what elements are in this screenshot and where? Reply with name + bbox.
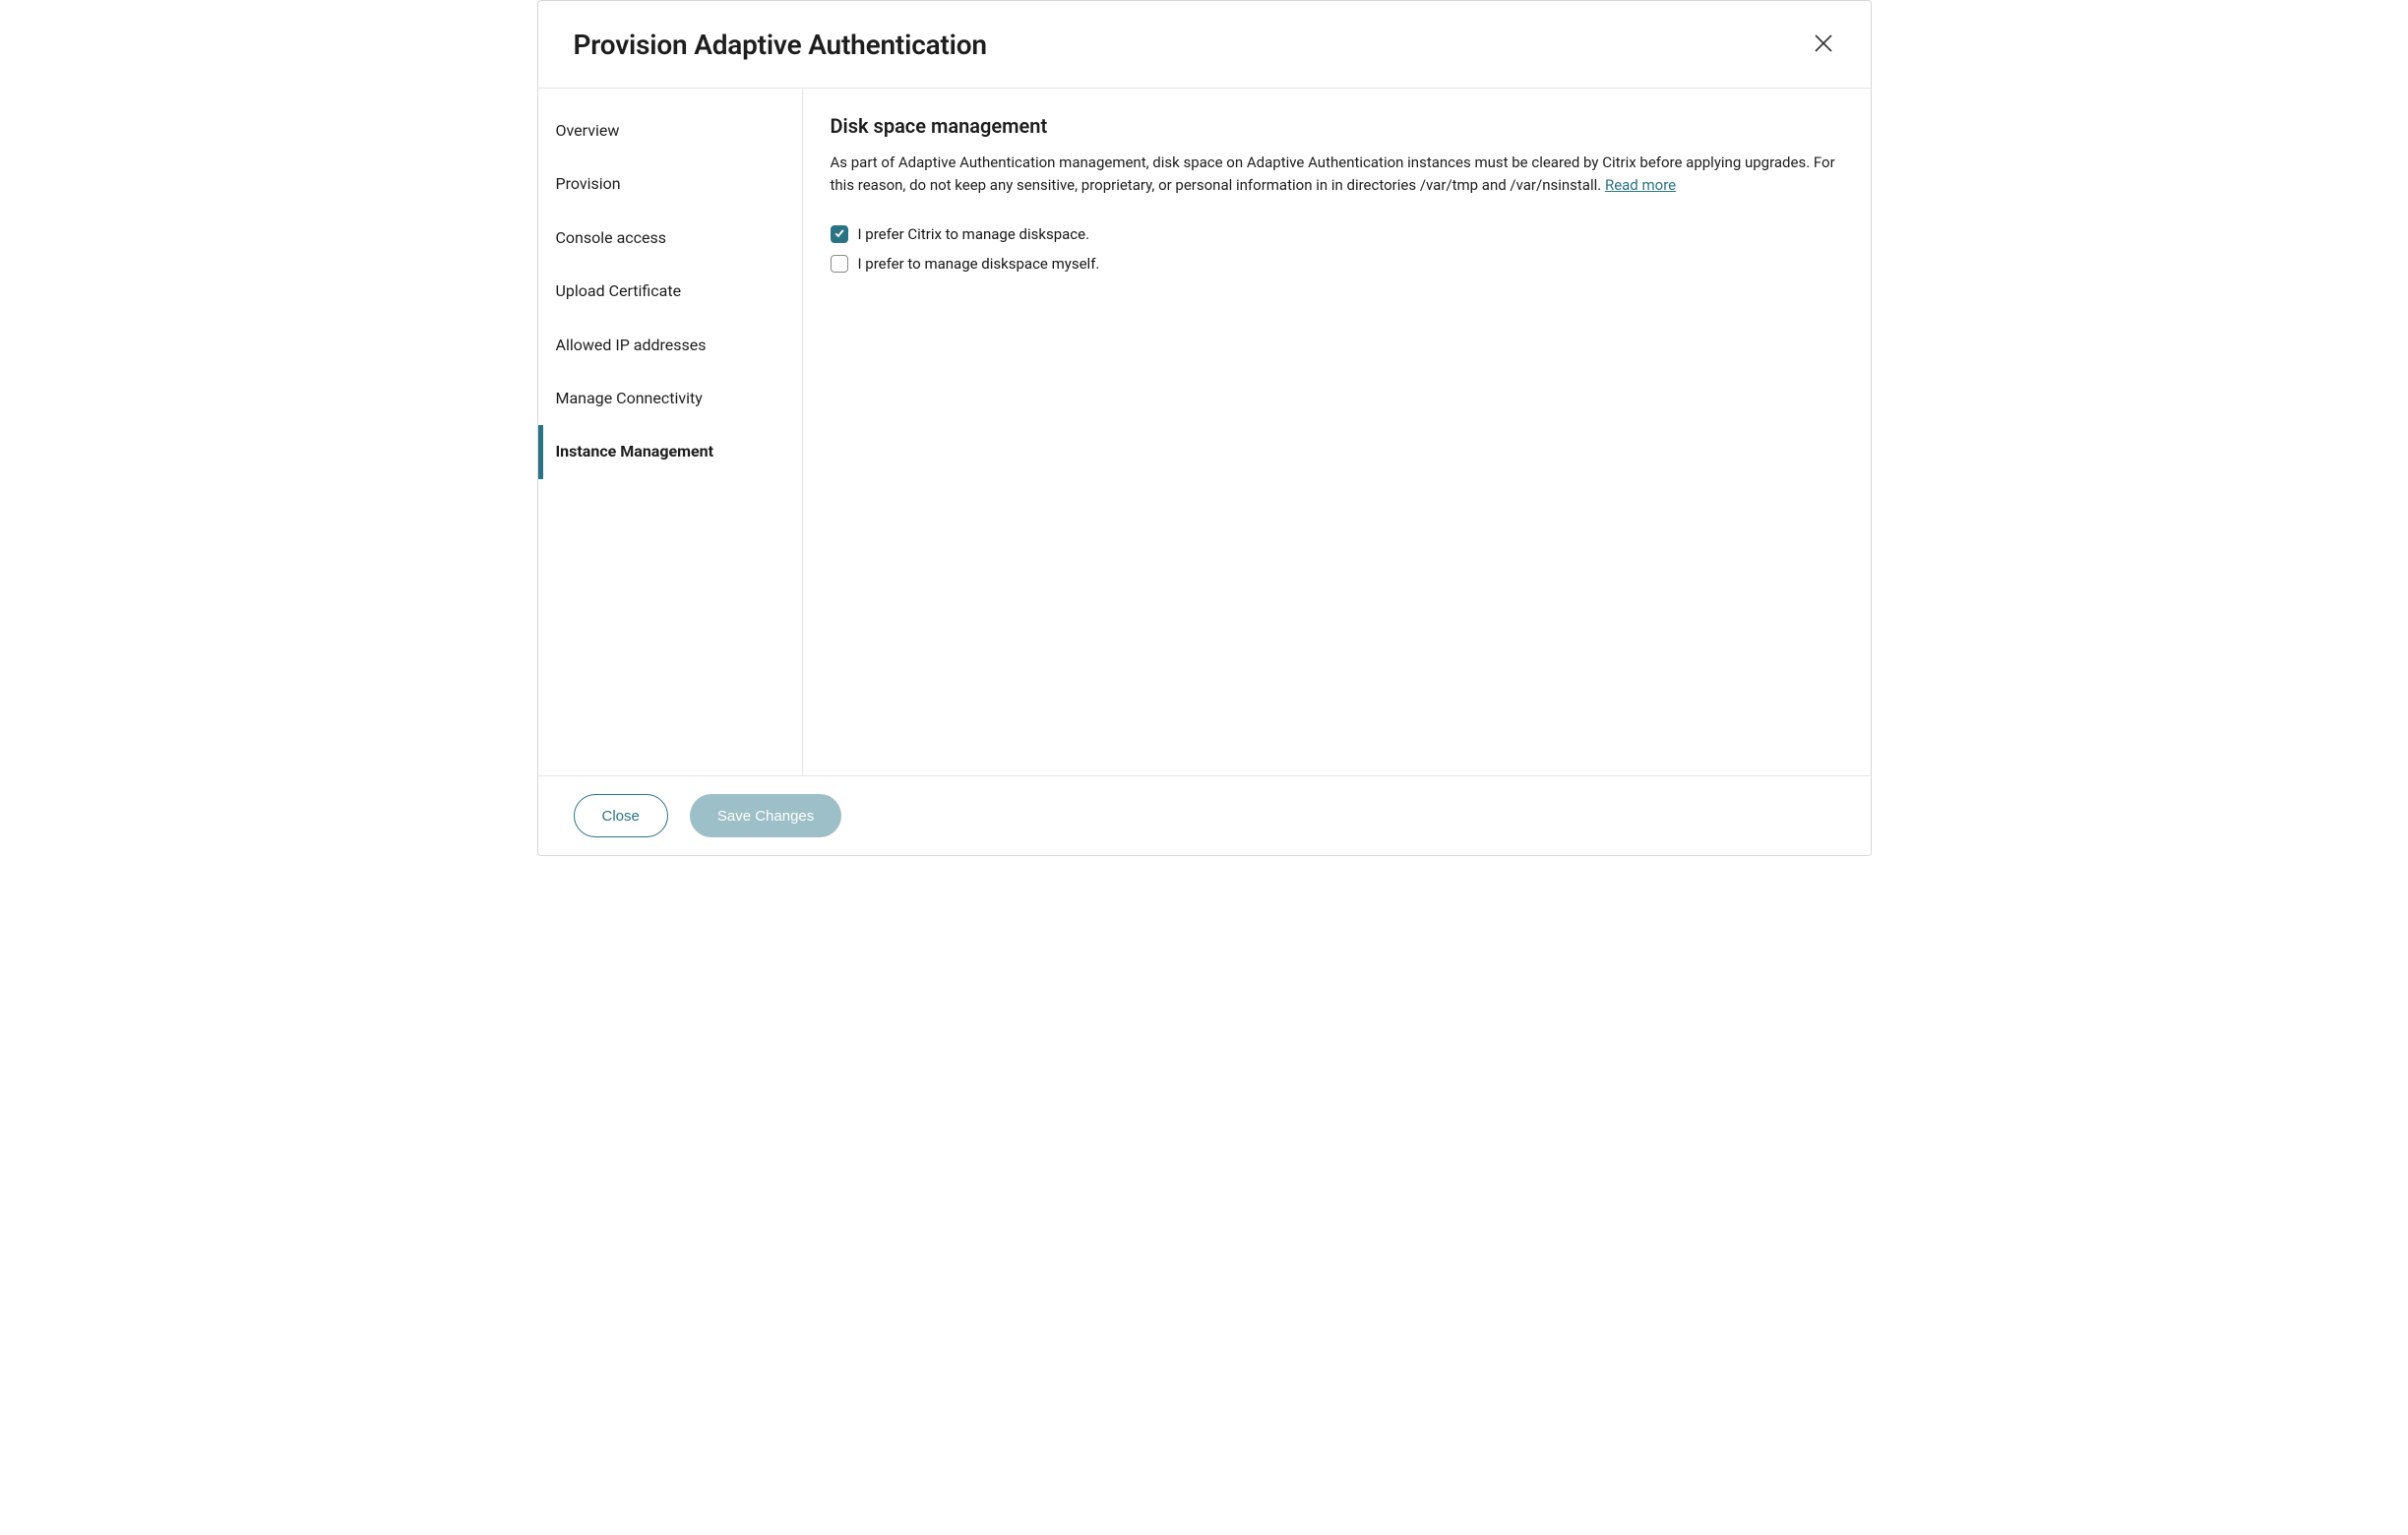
content-panel: Disk space management As part of Adaptiv… bbox=[803, 89, 1871, 775]
sidebar-item-upload-certificate[interactable]: Upload Certificate bbox=[538, 265, 802, 318]
sidebar-item-overview[interactable]: Overview bbox=[538, 104, 802, 157]
dialog-title: Provision Adaptive Authentication bbox=[574, 29, 987, 61]
sidebar-item-console-access[interactable]: Console access bbox=[538, 212, 802, 265]
section-desc-text: As part of Adaptive Authentication manag… bbox=[831, 154, 1835, 194]
close-icon bbox=[1812, 31, 1835, 58]
sidebar-item-manage-connectivity[interactable]: Manage Connectivity bbox=[538, 372, 802, 425]
section-title: Disk space management bbox=[831, 114, 1843, 138]
close-button[interactable]: Close bbox=[574, 794, 668, 837]
sidebar-item-label: Manage Connectivity bbox=[556, 389, 703, 407]
checkbox-self-manage[interactable] bbox=[831, 255, 848, 273]
sidebar-item-label: Provision bbox=[556, 174, 621, 193]
sidebar-item-provision[interactable]: Provision bbox=[538, 157, 802, 211]
option-label: I prefer to manage diskspace myself. bbox=[858, 255, 1100, 273]
provision-dialog: Provision Adaptive Authentication Overvi… bbox=[537, 0, 1872, 856]
section-description: As part of Adaptive Authentication manag… bbox=[831, 152, 1843, 196]
sidebar-item-label: Console access bbox=[556, 228, 667, 247]
option-citrix-manage[interactable]: I prefer Citrix to manage diskspace. bbox=[831, 225, 1843, 243]
sidebar-item-allowed-ip-addresses[interactable]: Allowed IP addresses bbox=[538, 319, 802, 372]
sidebar-item-instance-management[interactable]: Instance Management bbox=[538, 425, 802, 478]
option-label: I prefer Citrix to manage diskspace. bbox=[858, 225, 1090, 243]
dialog-body: Overview Provision Console access Upload… bbox=[538, 89, 1871, 775]
sidebar-item-label: Allowed IP addresses bbox=[556, 336, 707, 354]
dialog-header: Provision Adaptive Authentication bbox=[538, 1, 1871, 89]
close-icon-button[interactable] bbox=[1806, 27, 1841, 62]
sidebar-item-label: Upload Certificate bbox=[556, 281, 682, 300]
sidebar-item-label: Instance Management bbox=[556, 442, 714, 460]
read-more-link[interactable]: Read more bbox=[1605, 176, 1676, 194]
option-self-manage[interactable]: I prefer to manage diskspace myself. bbox=[831, 255, 1843, 273]
sidebar-nav: Overview Provision Console access Upload… bbox=[538, 89, 803, 775]
checkbox-citrix-manage[interactable] bbox=[831, 225, 848, 243]
save-changes-button[interactable]: Save Changes bbox=[690, 794, 841, 837]
dialog-footer: Close Save Changes bbox=[538, 775, 1871, 855]
sidebar-item-label: Overview bbox=[556, 121, 620, 140]
check-icon bbox=[834, 225, 845, 243]
